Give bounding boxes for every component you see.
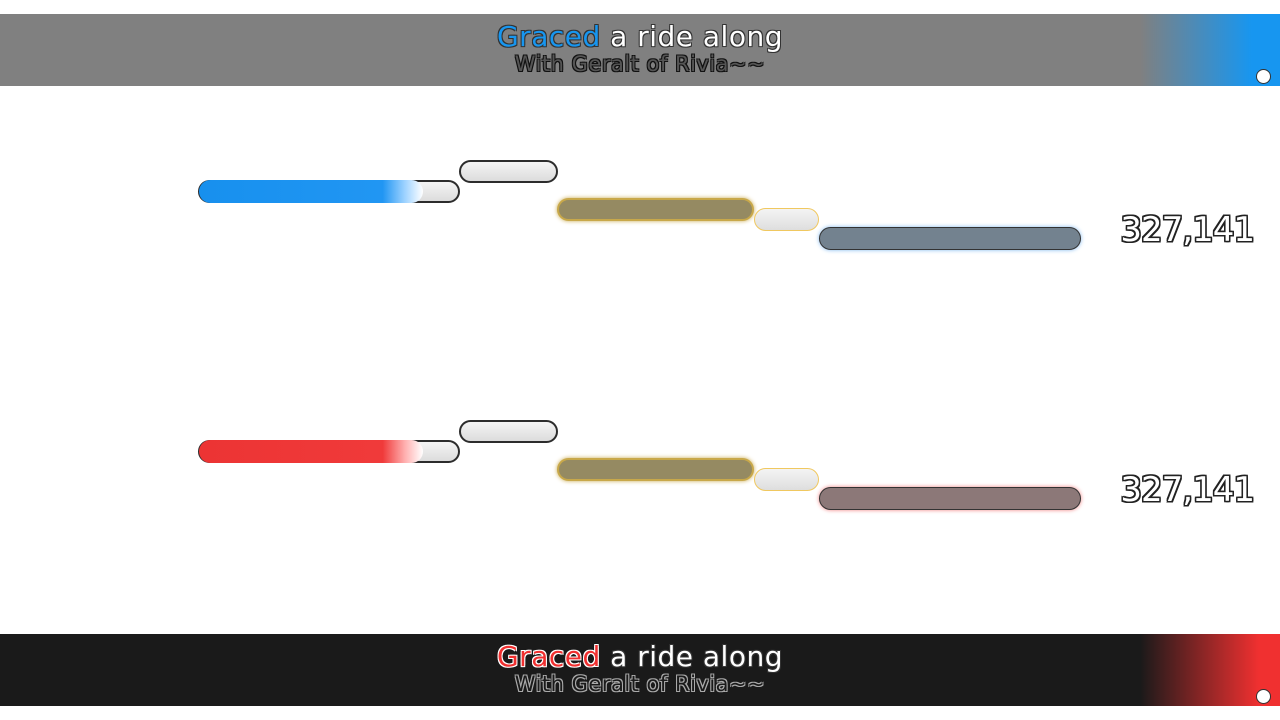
player2-unsung-lyric: a ride along [600, 640, 783, 673]
player1-pitch-progress [199, 180, 423, 203]
player2-next-lyric: With Geralt of Rivia~~ [514, 672, 766, 696]
player2-current-lyric: Graced a ride along [0, 640, 1280, 674]
player1-note-4-golden [754, 208, 819, 231]
player2-note-2 [459, 420, 558, 443]
player1-unsung-lyric: a ride along [600, 20, 783, 53]
player1-lyric-bar: Graced a ride along With Geralt of Rivia… [0, 14, 1280, 86]
player1-beat-indicator [1256, 69, 1271, 84]
player1-score: 327,141 [1120, 210, 1255, 250]
player1-sung-lyric: Graced [496, 20, 601, 53]
player2-beat-indicator [1256, 689, 1271, 704]
player1-note-2 [459, 160, 558, 183]
player2-pitch-progress [199, 440, 423, 463]
player2-score: 327,141 [1120, 470, 1255, 510]
player2-note-4-golden [754, 468, 819, 491]
player1-next-lyric: With Geralt of Rivia~~ [514, 52, 766, 76]
player2-note-3-golden [557, 458, 754, 481]
player2-sung-lyric: Graced [496, 640, 601, 673]
player1-current-lyric: Graced a ride along [0, 20, 1280, 54]
player1-note-3-golden [557, 198, 754, 221]
player2-lyric-bar: Graced a ride along With Geralt of Rivia… [0, 634, 1280, 706]
